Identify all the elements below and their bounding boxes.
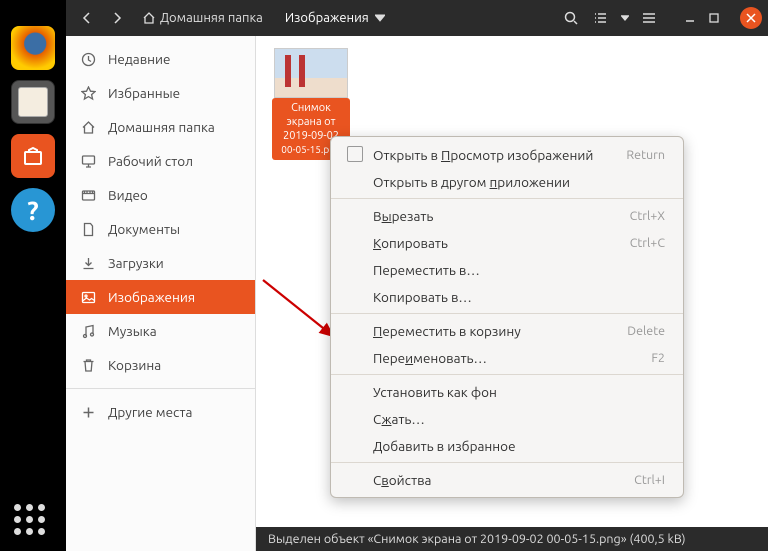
file-thumbnail [274,48,348,98]
download-icon [80,255,96,271]
ctx-shortcut: F2 [651,351,665,365]
sidebar-item-desktop[interactable]: Рабочий стол [66,144,255,178]
breadcrumb-home[interactable]: Домашняя папка [160,11,263,25]
ctx-open-with[interactable]: Открыть в другом приложении [331,168,683,195]
ctx-shortcut: Return [626,148,665,162]
home-icon [80,119,96,135]
sidebar-item-label: Другие места [108,404,192,420]
status-bar: Выделен объект «Снимок экрана от 2019-09… [256,527,768,551]
sidebar-item-label: Недавние [108,51,171,67]
document-icon [80,221,96,237]
ctx-properties[interactable]: Свойства Ctrl+I [331,466,683,493]
sidebar-item-label: Документы [108,221,180,237]
ctx-copy-to[interactable]: Копировать в… [331,283,683,310]
ctx-separator [331,374,683,375]
sidebar-item-videos[interactable]: Видео [66,178,255,212]
dock-help[interactable]: ? [11,188,55,232]
ctx-shortcut: Ctrl+C [630,236,665,250]
ctx-separator [331,198,683,199]
sidebar-item-downloads[interactable]: Загрузки [66,246,255,280]
places-sidebar: Недавние Избранные Домашняя папка Рабочи… [66,36,256,527]
ctx-compress[interactable]: Сжать… [331,405,683,432]
sidebar-item-label: Рабочий стол [108,153,193,169]
video-icon [80,187,96,203]
sidebar-item-label: Изображения [108,289,195,305]
dock-files[interactable] [11,80,55,124]
sidebar-item-other-locations[interactable]: Другие места [66,395,255,429]
image-viewer-icon [347,146,363,162]
trash-icon [80,357,96,373]
dock-firefox[interactable] [11,26,55,70]
titlebar: Домашняя папка Изображения [66,0,768,36]
clock-icon [80,51,96,67]
breadcrumb-current[interactable]: Изображения [285,11,369,25]
ctx-rename[interactable]: Переименовать… F2 [331,344,683,371]
image-icon [80,289,96,305]
window-close-button[interactable] [740,7,762,29]
ctx-move-to-trash[interactable]: Переместить в корзину Delete [331,317,683,344]
sidebar-item-label: Корзина [108,357,161,373]
desktop-icon [80,153,96,169]
launcher-dock: ? [0,0,66,551]
ctx-separator [331,313,683,314]
sidebar-separator [66,388,255,389]
view-list-button[interactable] [586,4,616,32]
home-icon[interactable] [138,4,160,32]
sidebar-item-label: Домашняя папка [108,119,215,135]
window-maximize-button[interactable] [702,4,726,32]
ctx-cut[interactable]: Вырезать Ctrl+X [331,202,683,229]
view-options-button[interactable] [616,4,634,32]
dock-show-apps[interactable] [14,504,45,535]
sidebar-item-label: Музыка [108,323,157,339]
ctx-shortcut: Ctrl+I [634,473,665,487]
sidebar-item-trash[interactable]: Корзина [66,348,255,382]
plus-icon [80,404,96,420]
sidebar-item-home[interactable]: Домашняя папка [66,110,255,144]
nav-forward-button[interactable] [102,4,132,32]
sidebar-item-label: Избранные [108,85,180,101]
nav-back-button[interactable] [72,4,102,32]
star-icon [80,85,96,101]
hamburger-menu-button[interactable] [634,4,664,32]
ctx-copy[interactable]: Копировать Ctrl+C [331,229,683,256]
ctx-set-wallpaper[interactable]: Установить как фон [331,378,683,405]
ctx-shortcut: Delete [627,324,665,338]
ctx-open-in-viewer[interactable]: Открыть в Просмотр изображений Return [331,141,683,168]
status-text: Выделен объект «Снимок экрана от 2019-09… [268,532,686,546]
dock-software[interactable] [11,134,55,178]
breadcrumb-menu-icon[interactable] [369,4,391,32]
sidebar-item-documents[interactable]: Документы [66,212,255,246]
context-menu: Открыть в Просмотр изображений Return От… [330,136,684,498]
ctx-star[interactable]: Добавить в избранное [331,432,683,459]
search-button[interactable] [556,4,586,32]
sidebar-fill [66,527,256,551]
sidebar-item-recent[interactable]: Недавние [66,42,255,76]
music-icon [80,323,96,339]
sidebar-item-label: Загрузки [108,255,164,271]
sidebar-item-starred[interactable]: Избранные [66,76,255,110]
ctx-shortcut: Ctrl+X [630,209,665,223]
sidebar-item-pictures[interactable]: Изображения [66,280,255,314]
ctx-move-to[interactable]: Переместить в… [331,256,683,283]
ctx-separator [331,462,683,463]
sidebar-item-music[interactable]: Музыка [66,314,255,348]
window-minimize-button[interactable] [678,4,702,32]
sidebar-item-label: Видео [108,187,148,203]
